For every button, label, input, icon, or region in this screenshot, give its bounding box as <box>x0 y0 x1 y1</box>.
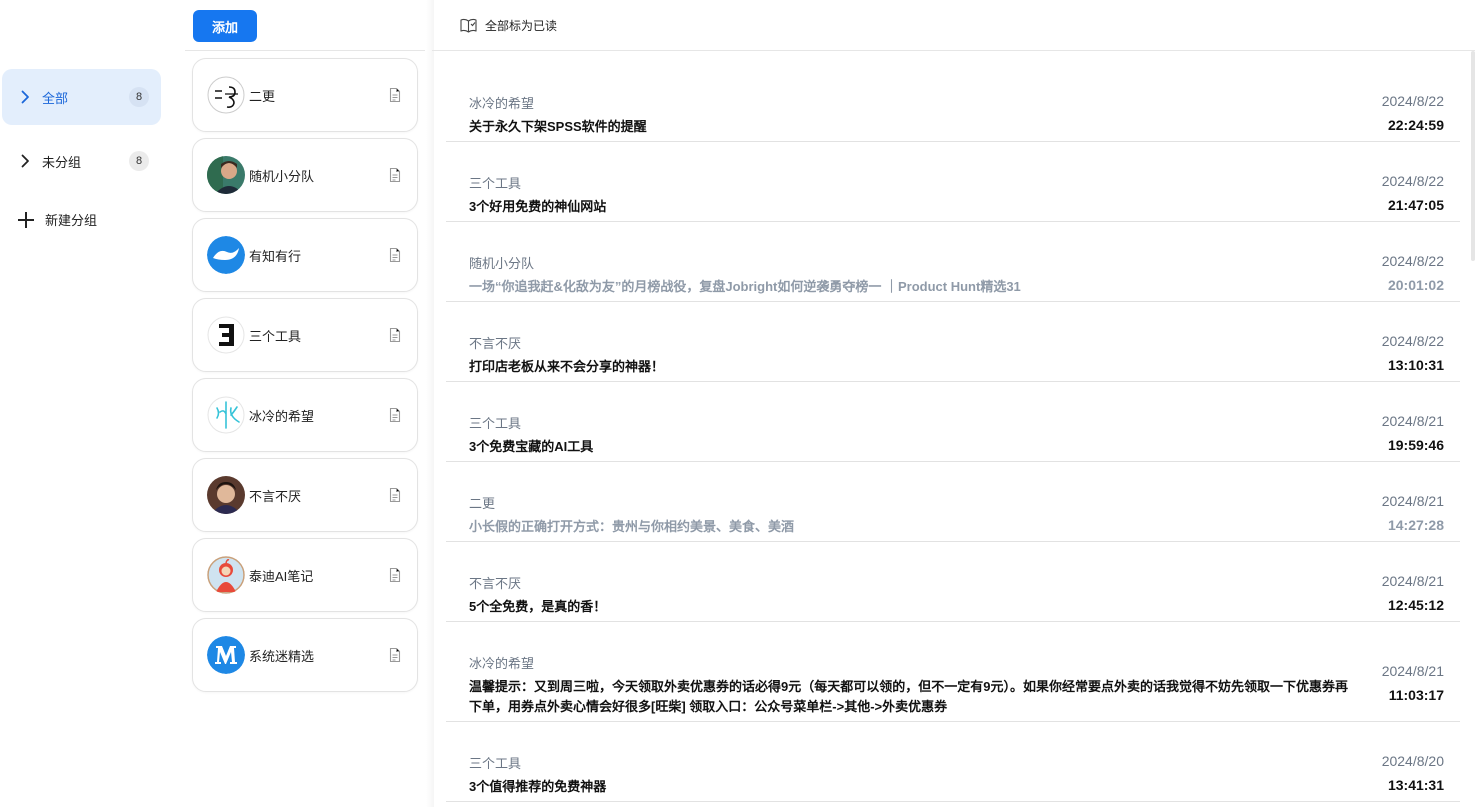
article-row[interactable]: 三个工具 3个免费宝藏的AI工具 2024/8/21 19:59:46 <box>446 382 1460 462</box>
document-icon[interactable] <box>387 247 403 263</box>
mark-all-read-label: 全部标为已读 <box>485 19 558 33</box>
article-source: 不言不厌 <box>469 336 522 351</box>
document-icon[interactable] <box>387 567 403 583</box>
article-title: 一场“你追我赶&化敌为友”的月榜战役，复盘Jobright如何逆袭勇夺榜一 ｜P… <box>469 279 1021 294</box>
document-icon[interactable] <box>387 407 403 423</box>
document-icon[interactable] <box>387 647 403 663</box>
article-date: 2024/8/21 <box>1381 663 1444 679</box>
article-time: 13:41:31 <box>1387 777 1444 793</box>
source-card-ergeng[interactable]: 二更 <box>192 58 418 132</box>
source-card-suiji[interactable]: 随机小分队 <box>192 138 418 212</box>
article-row[interactable]: 三个工具 3个值得推荐的免费神器 2024/8/20 13:41:31 <box>446 722 1460 802</box>
group-label: 全部 <box>42 90 69 106</box>
article-title: 打印店老板从来不会分享的神器！ <box>469 359 665 374</box>
article-date: 2024/8/20 <box>1381 753 1444 769</box>
article-source: 三个工具 <box>469 176 522 191</box>
ergeng-logo-icon <box>207 76 245 114</box>
plus-icon <box>18 211 34 228</box>
source-card-sange[interactable]: 三个工具 <box>192 298 418 372</box>
source-name: 有知有行 <box>249 248 302 264</box>
article-date: 2024/8/21 <box>1381 573 1444 589</box>
article-row[interactable]: 三个工具 3个好用免费的神仙网站 2024/8/22 21:47:05 <box>446 142 1460 222</box>
source-name: 冰冷的希望 <box>249 408 315 424</box>
article-time: 12:45:12 <box>1387 597 1444 613</box>
article-date: 2024/8/22 <box>1381 173 1444 189</box>
new-group-label: 新建分组 <box>45 213 98 228</box>
article-date: 2024/8/22 <box>1381 333 1444 349</box>
article-date: 2024/8/21 <box>1381 493 1444 509</box>
source-name: 泰迪AI笔记 <box>249 568 314 584</box>
source-name: 随机小分队 <box>249 168 315 184</box>
article-date: 2024/8/22 <box>1381 253 1444 269</box>
sange-logo-icon <box>207 316 245 354</box>
group-sidebar: 全部 8 未分组 8 新建分组 <box>0 0 172 807</box>
article-row[interactable]: 不言不厌 5个全免费，是真的香！ 2024/8/21 12:45:12 <box>446 542 1460 622</box>
article-toolbar: 全部标为已读 <box>432 0 1475 51</box>
article-time: 21:47:05 <box>1387 197 1444 213</box>
article-title: 5个全免费，是真的香！ <box>469 599 607 614</box>
group-label: 未分组 <box>42 154 82 170</box>
chevron-right-icon <box>18 154 32 168</box>
source-list: 添加 二更 随机小分队 有知有行 三个工具 冰冷的希望 不言不厌 泰迪AI笔记 … <box>185 0 425 807</box>
article-source: 冰冷的希望 <box>469 656 535 671</box>
youzhi-logo-icon <box>207 236 245 274</box>
article-source: 冰冷的希望 <box>469 96 535 111</box>
source-card-taidi[interactable]: 泰迪AI笔记 <box>192 538 418 612</box>
article-title: 小长假的正确打开方式：贵州与你相约美景、美食、美酒 <box>469 519 795 534</box>
document-icon[interactable] <box>387 327 403 343</box>
article-title: 3个值得推荐的免费神器 <box>469 779 607 794</box>
source-card-youzhi[interactable]: 有知有行 <box>192 218 418 292</box>
source-card-xitongmi[interactable]: 系统迷精选 <box>192 618 418 692</box>
article-title: 温馨提示：又到周三啦，今天领取外卖优惠券的话必得9元（每天都可以领的，但不一定有… <box>469 679 1348 714</box>
article-time: 22:24:59 <box>1387 117 1444 133</box>
source-card-bingleng[interactable]: 冰冷的希望 <box>192 378 418 452</box>
divider <box>185 50 425 51</box>
article-time: 19:59:46 <box>1387 437 1444 453</box>
article-date: 2024/8/22 <box>1381 93 1444 109</box>
group-item-all[interactable]: 全部 8 <box>2 69 161 125</box>
bingleng-logo-icon <box>207 396 245 434</box>
article-time: 14:27:28 <box>1387 517 1444 533</box>
article-row[interactable]: 冰冷的希望 温馨提示：又到周三啦，今天领取外卖优惠券的话必得9元（每天都可以领的… <box>446 622 1460 722</box>
chevron-right-icon <box>18 90 32 104</box>
new-group-button[interactable]: 新建分组 <box>18 210 97 229</box>
article-title: 3个好用免费的神仙网站 <box>469 199 607 214</box>
article-title: 3个免费宝藏的AI工具 <box>469 439 594 454</box>
article-time: 20:01:02 <box>1387 277 1444 293</box>
add-source-button[interactable]: 添加 <box>193 10 257 42</box>
group-count-badge: 8 <box>129 87 149 107</box>
source-card-buyan[interactable]: 不言不厌 <box>192 458 418 532</box>
document-icon[interactable] <box>387 167 403 183</box>
m-logo-icon <box>207 636 245 674</box>
article-source: 二更 <box>469 496 496 511</box>
article-date: 2024/8/21 <box>1381 413 1444 429</box>
article-row[interactable]: 冰冷的希望 关于永久下架SPSS软件的提醒 2024/8/22 22:24:59 <box>446 62 1460 142</box>
article-row[interactable]: 不言不厌 打印店老板从来不会分享的神器！ 2024/8/22 13:10:31 <box>446 302 1460 382</box>
article-row[interactable]: 随机小分队 一场“你追我赶&化敌为友”的月榜战役，复盘Jobright如何逆袭勇… <box>446 222 1460 302</box>
teletubby-avatar-icon <box>207 556 245 594</box>
article-source: 三个工具 <box>469 416 522 431</box>
source-name: 不言不厌 <box>249 488 302 504</box>
group-count-badge: 8 <box>129 151 149 171</box>
portrait-avatar-icon <box>207 476 245 514</box>
scrollbar[interactable] <box>1471 51 1475 261</box>
article-source: 随机小分队 <box>469 256 535 271</box>
document-icon[interactable] <box>387 487 403 503</box>
article-time: 11:03:17 <box>1388 687 1444 703</box>
source-name: 三个工具 <box>249 328 302 344</box>
article-time: 13:10:31 <box>1387 357 1444 373</box>
article-source: 不言不厌 <box>469 576 522 591</box>
source-name: 系统迷精选 <box>249 648 315 664</box>
article-title: 关于永久下架SPSS软件的提醒 <box>469 119 647 134</box>
open-book-icon <box>460 18 477 33</box>
source-name: 二更 <box>249 88 276 104</box>
document-icon[interactable] <box>387 87 403 103</box>
group-item-ungrouped[interactable]: 未分组 8 <box>2 133 161 189</box>
mark-all-read-button[interactable]: 全部标为已读 <box>460 17 557 34</box>
article-row[interactable]: 二更 小长假的正确打开方式：贵州与你相约美景、美食、美酒 2024/8/21 1… <box>446 462 1460 542</box>
article-source: 三个工具 <box>469 756 522 771</box>
portrait-avatar-icon <box>207 156 245 194</box>
article-list: 全部标为已读 冰冷的希望 关于永久下架SPSS软件的提醒 2024/8/22 2… <box>432 0 1475 807</box>
